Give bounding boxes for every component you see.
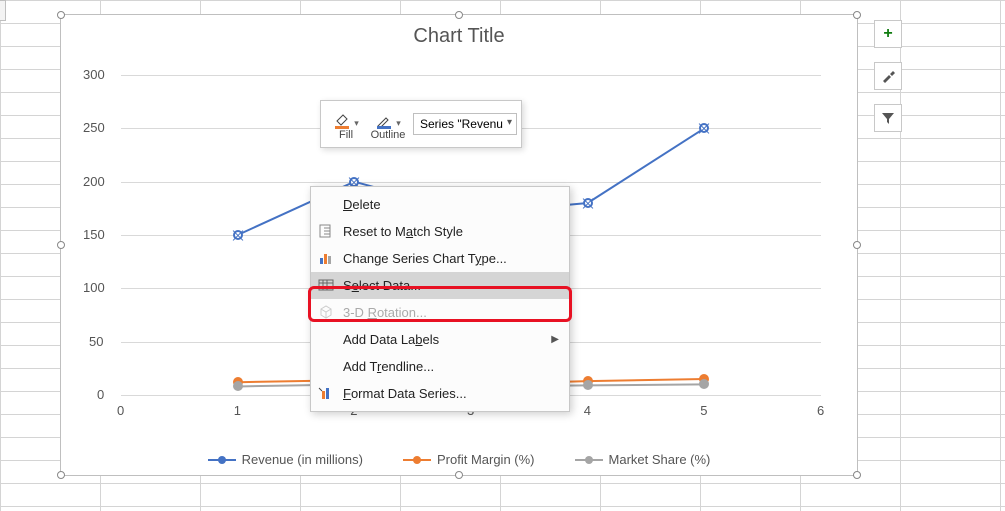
x-tick-label: 4 <box>584 403 591 418</box>
resize-handle[interactable] <box>455 471 463 479</box>
legend-item-share[interactable]: Market Share (%) <box>575 452 711 467</box>
ctx-select-data[interactable]: Select Data... <box>311 272 569 299</box>
reset-icon <box>317 222 335 240</box>
outline-button[interactable]: ▾ Outline <box>367 105 409 143</box>
y-tick-label: 100 <box>83 280 105 295</box>
fill-label: Fill <box>327 129 365 141</box>
bar-chart-icon <box>317 249 335 267</box>
data-point-revenue[interactable] <box>583 198 593 208</box>
ctx-change-chart-type[interactable]: Change Series Chart Type... <box>311 245 569 272</box>
resize-handle[interactable] <box>57 11 65 19</box>
ctx-3d-rotation: 3-D Rotation... <box>311 299 569 326</box>
ctx-label: Reset to Match Style <box>343 224 463 239</box>
resize-handle[interactable] <box>57 471 65 479</box>
x-tick-label: 1 <box>234 403 241 418</box>
plus-icon: + <box>883 25 892 43</box>
ctx-label: Format Data Series... <box>343 386 467 401</box>
ctx-label: Select Data... <box>343 278 421 293</box>
y-tick-label: 200 <box>83 174 105 189</box>
y-tick-label: 0 <box>97 387 104 402</box>
legend[interactable]: Revenue (in millions) Profit Margin (%) … <box>61 452 857 467</box>
x-tick-label: 6 <box>817 403 824 418</box>
y-tick-label: 300 <box>83 67 105 82</box>
ctx-label: Add Data Labels <box>343 332 439 347</box>
chart-styles-button[interactable] <box>874 62 902 90</box>
ctx-format-data-series[interactable]: Format Data Series... <box>311 380 569 407</box>
y-tick-label: 250 <box>83 120 105 135</box>
legend-item-revenue[interactable]: Revenue (in millions) <box>208 452 363 467</box>
resize-handle[interactable] <box>853 11 861 19</box>
data-point-share[interactable] <box>699 379 709 389</box>
legend-label: Market Share (%) <box>609 452 711 467</box>
x-tick-label: 0 <box>117 403 124 418</box>
brush-icon <box>880 68 896 84</box>
resize-handle[interactable] <box>455 11 463 19</box>
mini-toolbar: ▾ Fill ▾ Outline Series "Revenu <box>320 100 522 148</box>
legend-label: Revenue (in millions) <box>242 452 363 467</box>
submenu-arrow-icon: ▶ <box>551 334 559 345</box>
fill-button[interactable]: ▾ Fill <box>325 105 367 143</box>
chart-elements-button[interactable]: + <box>874 20 902 48</box>
ctx-add-trendline[interactable]: Add Trendline... <box>311 353 569 380</box>
series-selector[interactable]: Series "Revenu <box>413 113 517 135</box>
outline-label: Outline <box>369 129 407 141</box>
format-series-icon <box>317 384 335 402</box>
legend-label: Profit Margin (%) <box>437 452 535 467</box>
data-point-share[interactable] <box>583 380 593 390</box>
ctx-delete[interactable]: Delete <box>311 191 569 218</box>
context-menu: Delete Reset to Match Style Change Serie… <box>310 186 570 412</box>
data-point-share[interactable] <box>233 381 243 391</box>
ctx-label: Change Series Chart Type... <box>343 251 507 266</box>
ctx-label: 3-D Rotation... <box>343 305 427 320</box>
cube-icon <box>317 303 335 321</box>
chart-filters-button[interactable] <box>874 104 902 132</box>
legend-marker-icon <box>403 459 431 461</box>
paint-bucket-icon: ▾ <box>327 107 365 129</box>
legend-item-profit[interactable]: Profit Margin (%) <box>403 452 535 467</box>
ctx-label: Add Trendline... <box>343 359 434 374</box>
select-data-icon <box>317 276 335 294</box>
filter-icon <box>880 110 896 126</box>
data-point-revenue[interactable] <box>233 230 243 240</box>
legend-marker-icon <box>208 459 236 461</box>
pen-icon: ▾ <box>369 107 407 129</box>
resize-handle[interactable] <box>853 241 861 249</box>
y-tick-label: 150 <box>83 227 105 242</box>
resize-handle[interactable] <box>57 241 65 249</box>
legend-marker-icon <box>575 459 603 461</box>
x-tick-label: 5 <box>700 403 707 418</box>
ctx-reset-style[interactable]: Reset to Match Style <box>311 218 569 245</box>
chart-title[interactable]: Chart Title <box>61 25 857 48</box>
y-tick-label: 50 <box>89 334 103 349</box>
ctx-label: Delete <box>343 197 381 212</box>
data-point-revenue[interactable] <box>699 123 709 133</box>
resize-handle[interactable] <box>853 471 861 479</box>
series-selector-text: Series "Revenu <box>420 117 503 131</box>
column-header-fragment: re (%) <box>0 0 6 21</box>
ctx-add-data-labels[interactable]: Add Data Labels ▶ <box>311 326 569 353</box>
